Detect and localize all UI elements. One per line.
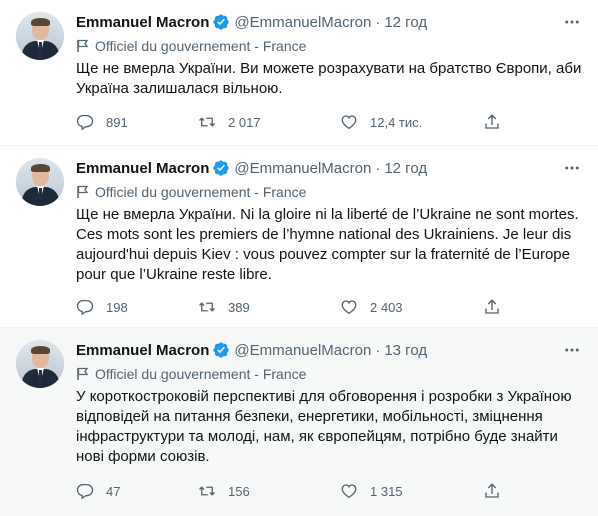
tweet-text: Ще не вмерла України. Ви можете розрахув… (76, 60, 582, 97)
reply-count: 198 (106, 299, 128, 315)
avatar[interactable] (16, 340, 64, 388)
tweet[interactable]: Emmanuel Macron @EmmanuelMacron · 12 год… (0, 146, 598, 328)
reply-icon (76, 114, 94, 131)
share-button[interactable] (483, 297, 513, 317)
verified-badge-icon (213, 342, 230, 358)
reply-icon (76, 483, 94, 500)
tweet-header: Emmanuel Macron @EmmanuelMacron · 13 год (76, 340, 582, 360)
flag-icon (77, 39, 89, 52)
tweet-actions: 47 156 1 315 (76, 481, 582, 501)
retweet-button[interactable]: 156 (198, 481, 250, 501)
author-handle[interactable]: @EmmanuelMacron (234, 160, 371, 177)
retweet-button[interactable]: 389 (198, 297, 250, 317)
label-text: Officiel du gouvernement - France (95, 38, 307, 54)
flag-icon (77, 367, 89, 380)
retweet-icon (199, 302, 215, 312)
avatar[interactable] (16, 158, 64, 206)
label-text: Officiel du gouvernement - France (95, 184, 307, 200)
reply-count: 891 (106, 114, 128, 130)
separator: · (375, 159, 381, 177)
tweet[interactable]: Emmanuel Macron @EmmanuelMacron · 12 год… (0, 0, 598, 146)
tweet-actions: 198 389 2 403 (76, 297, 582, 317)
author-handle[interactable]: @EmmanuelMacron (234, 342, 371, 359)
tweet-actions: 891 2 017 12,4 тис. (76, 112, 582, 132)
account-label: Officiel du gouvernement - France (76, 183, 582, 201)
more-options-icon[interactable] (562, 340, 582, 360)
heart-icon (341, 484, 357, 499)
share-icon (485, 483, 499, 498)
share-button[interactable] (483, 481, 513, 501)
retweet-count: 2 017 (228, 114, 261, 130)
author-handle[interactable]: @EmmanuelMacron (234, 14, 371, 31)
retweet-count: 156 (228, 483, 250, 499)
flag-icon (77, 185, 89, 198)
like-button[interactable]: 1 315 (340, 481, 403, 501)
tweet-text: Ще не вмерла України. Ni la gloire ni la… (76, 206, 579, 283)
verified-badge-icon (213, 160, 230, 176)
retweet-button[interactable]: 2 017 (198, 112, 261, 132)
like-count: 1 315 (370, 483, 403, 499)
share-icon (485, 299, 499, 314)
heart-icon (341, 300, 357, 315)
label-text: Officiel du gouvernement - France (95, 366, 307, 382)
reply-icon (76, 299, 94, 316)
verified-badge-icon (213, 14, 230, 30)
reply-button[interactable]: 891 (76, 112, 128, 132)
like-button[interactable]: 2 403 (340, 297, 403, 317)
share-icon (485, 114, 499, 129)
separator: · (375, 13, 381, 31)
separator: · (375, 341, 381, 359)
tweet-text: У короткостроковій перспективі для обгов… (76, 388, 572, 465)
timestamp[interactable]: 12 год (384, 14, 427, 31)
reply-button[interactable]: 47 (76, 481, 120, 501)
heart-icon (341, 115, 357, 130)
tweet-feed: Emmanuel Macron @EmmanuelMacron · 12 год… (0, 0, 598, 516)
reply-count: 47 (106, 483, 121, 499)
author-name[interactable]: Emmanuel Macron (76, 160, 209, 177)
author-name[interactable]: Emmanuel Macron (76, 342, 209, 359)
more-options-icon[interactable] (562, 12, 582, 32)
like-button[interactable]: 12,4 тис. (340, 112, 422, 132)
tweet[interactable]: Emmanuel Macron @EmmanuelMacron · 13 год… (0, 328, 598, 516)
retweet-icon (199, 486, 215, 496)
timestamp[interactable]: 12 год (384, 160, 427, 177)
account-label: Officiel du gouvernement - France (76, 37, 582, 55)
more-options-icon[interactable] (562, 158, 582, 178)
author-name[interactable]: Emmanuel Macron (76, 14, 209, 31)
share-button[interactable] (483, 112, 513, 132)
retweet-count: 389 (228, 299, 250, 315)
tweet-header: Emmanuel Macron @EmmanuelMacron · 12 год (76, 158, 582, 178)
like-count: 12,4 тис. (370, 114, 423, 130)
timestamp[interactable]: 13 год (384, 342, 427, 359)
avatar[interactable] (16, 12, 64, 60)
reply-button[interactable]: 198 (76, 297, 128, 317)
tweet-header: Emmanuel Macron @EmmanuelMacron · 12 год (76, 12, 582, 32)
like-count: 2 403 (370, 299, 403, 315)
account-label: Officiel du gouvernement - France (76, 365, 582, 383)
retweet-icon (199, 117, 215, 127)
